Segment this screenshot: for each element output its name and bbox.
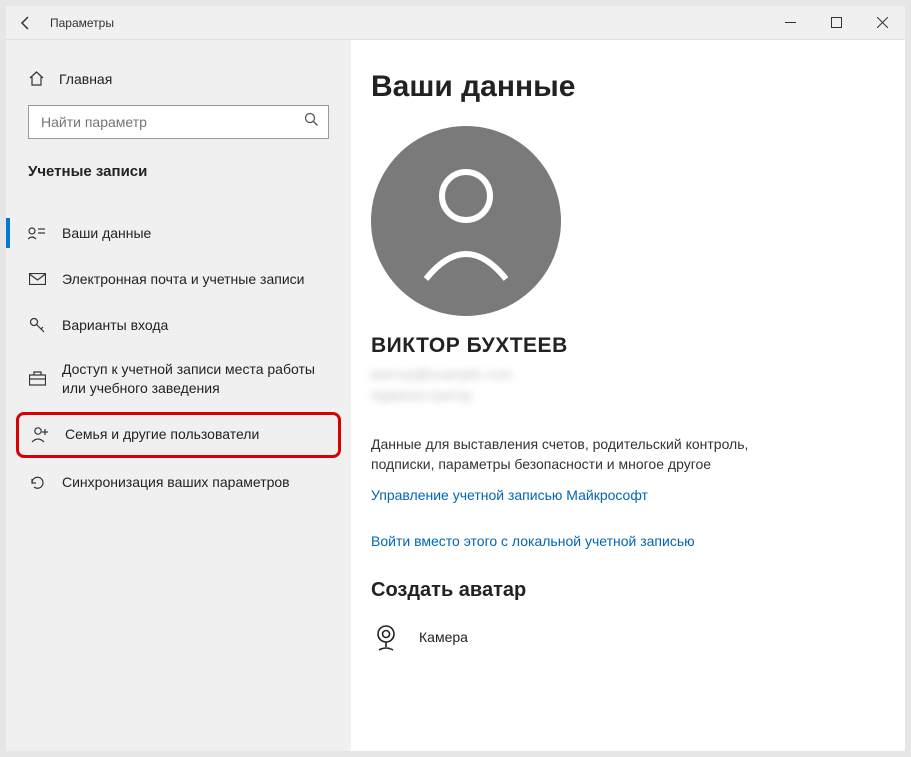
- sidebar-item-family[interactable]: Семья и другие пользователи: [16, 412, 341, 458]
- search-icon: [304, 112, 319, 132]
- camera-icon: [371, 622, 401, 652]
- close-icon: [877, 17, 888, 28]
- close-button[interactable]: [859, 6, 905, 39]
- home-icon: [28, 70, 45, 87]
- sidebar-item-label: Электронная почта и учетные записи: [62, 270, 304, 289]
- camera-option[interactable]: Камера: [371, 622, 885, 652]
- minimize-button[interactable]: [767, 6, 813, 39]
- person-add-icon: [31, 426, 49, 443]
- search-wrap: [28, 105, 329, 139]
- arrow-left-icon: [18, 15, 34, 31]
- sidebar-item-label: Варианты входа: [62, 316, 168, 335]
- page-title: Ваши данные: [371, 70, 885, 104]
- avatar: [371, 126, 561, 316]
- sidebar-item-label: Семья и другие пользователи: [65, 425, 259, 444]
- person-icon: [411, 161, 521, 281]
- user-role: Администратор: [371, 385, 885, 406]
- sidebar-item-work[interactable]: Доступ к учетной записи места работы или…: [6, 348, 351, 410]
- minimize-icon: [785, 17, 796, 28]
- sidebar-item-label: Ваши данные: [62, 224, 151, 243]
- local-account-link[interactable]: Войти вместо этого с локальной учетной з…: [371, 533, 885, 549]
- briefcase-icon: [28, 371, 46, 386]
- sidebar-item-signin[interactable]: Варианты входа: [6, 302, 351, 348]
- titlebar: Параметры: [6, 6, 905, 40]
- main-content: Ваши данные ВИКТОР БУХТЕЕВ виктор@exampl…: [351, 40, 905, 751]
- sidebar-item-label: Доступ к учетной записи места работы или…: [62, 360, 329, 398]
- sync-icon: [28, 474, 46, 491]
- avatar-section-title: Создать аватар: [371, 579, 885, 602]
- search-input[interactable]: [28, 105, 329, 139]
- home-label: Главная: [59, 71, 112, 87]
- manage-account-link[interactable]: Управление учетной записью Майкрософт: [371, 487, 885, 503]
- user-email: виктор@example.com: [371, 364, 885, 385]
- sidebar-section: Учетные записи: [6, 163, 351, 180]
- key-icon: [28, 317, 46, 334]
- home-link[interactable]: Главная: [6, 70, 351, 87]
- maximize-icon: [831, 17, 842, 28]
- badge-icon: [28, 226, 46, 240]
- window-controls: [767, 6, 905, 39]
- maximize-button[interactable]: [813, 6, 859, 39]
- sidebar-item-sync[interactable]: Синхронизация ваших параметров: [6, 460, 351, 506]
- sidebar-item-email[interactable]: Электронная почта и учетные записи: [6, 256, 351, 302]
- username: ВИКТОР БУХТЕЕВ: [371, 334, 885, 358]
- account-description: Данные для выставления счетов, родительс…: [371, 434, 791, 475]
- mail-icon: [28, 273, 46, 285]
- sidebar-item-label: Синхронизация ваших параметров: [62, 473, 290, 492]
- window-title: Параметры: [46, 16, 114, 30]
- sidebar: Главная Учетные записи Ваши данные Элект…: [6, 40, 351, 751]
- camera-label: Камера: [419, 629, 468, 645]
- back-button[interactable]: [6, 6, 46, 39]
- sidebar-item-your-info[interactable]: Ваши данные: [6, 210, 351, 256]
